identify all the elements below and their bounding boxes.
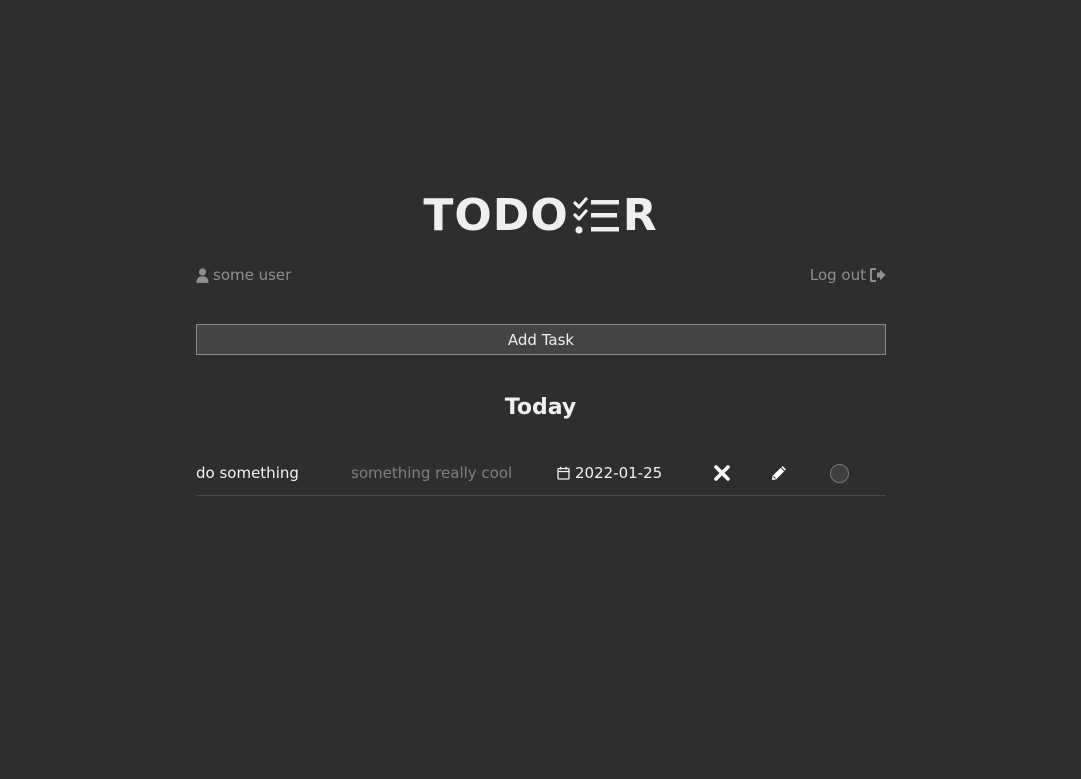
add-task-button[interactable]: Add Task (196, 324, 886, 355)
logo-text-end: R (622, 190, 658, 241)
checklist-icon (573, 197, 619, 234)
complete-task-toggle[interactable] (828, 454, 850, 492)
task-due-date: 2022-01-25 (557, 454, 662, 492)
user-icon (196, 267, 209, 283)
delete-task-button[interactable] (711, 454, 733, 492)
edit-task-button[interactable] (768, 454, 790, 492)
user-bar: some user Log out (196, 264, 886, 286)
close-icon (714, 465, 730, 481)
logout-link[interactable]: Log out (810, 266, 886, 284)
app-logo: TODO R (0, 190, 1081, 242)
section-title-today: Today (504, 395, 577, 420)
task-title[interactable]: do something (196, 454, 299, 492)
circle-checkbox-icon (829, 463, 849, 483)
due-date-text: 2022-01-25 (575, 464, 663, 482)
task-row: do something something really cool 2022-… (196, 454, 886, 496)
logo-wordmark: TODO R (423, 194, 657, 238)
logout-label: Log out (809, 266, 866, 284)
todo-app: TODO R some user Log out Add Task Today … (0, 0, 1081, 779)
sign-out-icon (870, 268, 886, 282)
calendar-icon (557, 466, 570, 480)
pencil-icon (772, 466, 786, 480)
user-name: some user (213, 266, 292, 284)
current-user: some user (196, 266, 291, 284)
logo-text: TODO (423, 190, 569, 241)
task-description: something really cool (351, 464, 513, 482)
